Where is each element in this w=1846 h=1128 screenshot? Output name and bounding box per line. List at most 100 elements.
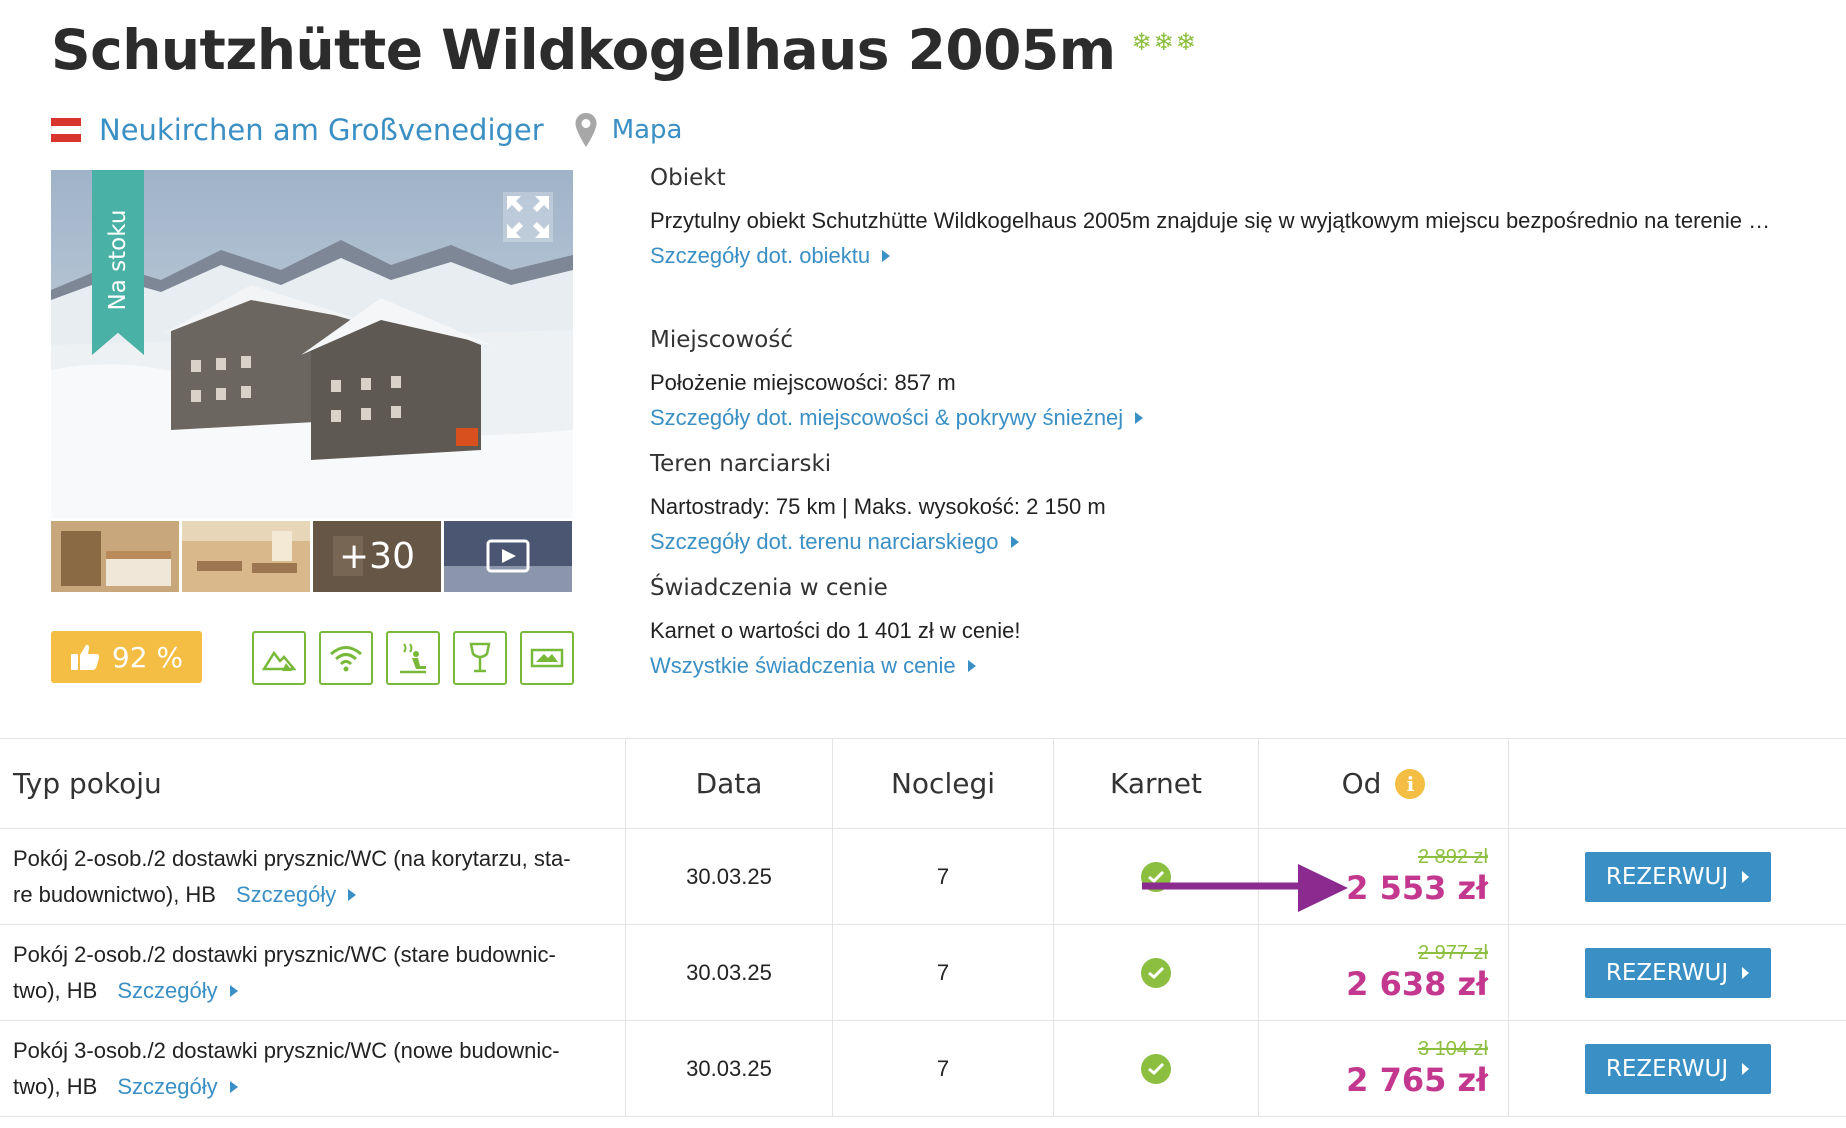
check-icon [1141, 957, 1171, 988]
header-price-label: Od [1341, 767, 1382, 800]
book-button[interactable]: REZERWUJ [1584, 851, 1771, 902]
header-room-type: Typ pokoju [0, 739, 626, 828]
star-rating-snowflake-icons: ❄❄❄ [1131, 28, 1198, 56]
amenity-ski-in-icon[interactable] [252, 631, 306, 685]
caret-right-icon [1742, 966, 1750, 979]
room-type-cell: Pokój 2-osob./2 dostawki prysznic/WC (st… [0, 925, 626, 1020]
caret-right-icon [1135, 412, 1144, 424]
caret-right-icon [882, 250, 891, 262]
page-title: Schutzhütte Wildkogelhaus 2005m [51, 18, 1116, 82]
thumbnail-more-photos[interactable]: +30 [313, 521, 441, 592]
location-link[interactable]: Neukirchen am Großvenediger [99, 113, 544, 147]
button-label: REZERWUJ [1605, 959, 1729, 986]
rating-badge[interactable]: 92 % [51, 631, 202, 683]
new-price: 2 553 zł [1346, 869, 1488, 907]
price-cell: 2 977 zł 2 638 zł [1259, 925, 1509, 1020]
room-details-link[interactable]: Szczegóły [117, 1073, 238, 1099]
button-label: REZERWUJ [1605, 863, 1729, 890]
caret-right-icon [1742, 1062, 1750, 1075]
thumbnail-bedroom[interactable] [51, 521, 179, 592]
thumbs-up-icon [70, 644, 100, 670]
annotation-arrow-icon [1142, 864, 1348, 912]
room-name-line2: re budownictwo), HB [13, 881, 216, 907]
included-services-link[interactable]: Wszystkie świadczenia w cenie [650, 653, 976, 679]
caret-right-icon [229, 1080, 238, 1093]
caret-right-icon [1742, 870, 1750, 883]
town-details-link[interactable]: Szczegóły dot. miejscowości & pokrywy śn… [650, 405, 1144, 431]
amenity-bar-wine-glass-icon[interactable] [453, 631, 507, 685]
section-text: Przytulny obiekt Schutzhütte Wildkogelha… [650, 208, 1771, 233]
header-date: Data [626, 739, 833, 828]
header-actions [1509, 739, 1846, 828]
table-bottom-border [0, 1116, 1846, 1128]
caret-right-icon [229, 984, 238, 997]
property-details-link[interactable]: Szczegóły dot. obiektu [650, 243, 891, 269]
more-photos-count: +30 [313, 521, 441, 592]
section-heading: Teren narciarski [650, 451, 832, 477]
on-slope-ribbon: Na stoku [92, 170, 144, 355]
book-button[interactable]: REZERWUJ [1584, 1043, 1771, 1094]
amenity-wifi-icon[interactable] [319, 631, 373, 685]
header-ski-pass: Karnet [1054, 739, 1259, 828]
nights-cell: 7 [833, 829, 1054, 924]
button-label: REZERWUJ [1605, 1055, 1729, 1082]
table-row: Pokój 3-osob./2 dostawki prysznic/WC (no… [0, 1020, 1846, 1116]
room-name-line2: two), HB [13, 977, 98, 1003]
check-icon [1141, 1053, 1171, 1084]
room-name-line1: Pokój 3-osob./2 dostawki prysznic/WC (no… [13, 1037, 560, 1063]
room-type-cell: Pokój 3-osob./2 dostawki prysznic/WC (no… [0, 1021, 626, 1116]
section-text: Położenie miejscowości: 857 m [650, 370, 956, 395]
caret-right-icon [348, 888, 357, 901]
ski-area-details-link[interactable]: Szczegóły dot. terenu narciarskiego [650, 529, 1019, 555]
hotel-main-photo[interactable]: Na stoku [51, 170, 573, 518]
link-label: Szczegóły [117, 977, 218, 1003]
link-label: Szczegóły [235, 881, 337, 907]
table-row: Pokój 2-osob./2 dostawki prysznic/WC (st… [0, 924, 1846, 1020]
action-cell: REZERWUJ [1509, 1021, 1846, 1116]
thumbnail-video[interactable] [444, 521, 572, 592]
header-nights: Noclegi [833, 739, 1054, 828]
section-text: Nartostrady: 75 km | Maks. wysokość: 2 1… [650, 494, 1106, 519]
link-label: Szczegóły dot. obiektu [650, 243, 871, 268]
fullscreen-expand-icon[interactable] [503, 192, 553, 242]
room-details-link[interactable]: Szczegóły [117, 977, 238, 1003]
section-heading: Świadczenia w cenie [650, 575, 888, 601]
thumbnail-dining-room[interactable] [182, 521, 310, 592]
price-cell: 3 104 zł 2 765 zł [1259, 1021, 1509, 1116]
amenity-ski-rental-icon[interactable] [520, 631, 574, 685]
photo-thumbnails: +30 [51, 521, 572, 592]
ski-pass-cell [1054, 925, 1259, 1020]
rooms-table: Typ pokoju Data Noclegi Karnet Od i Pokó… [0, 738, 1846, 1128]
title-row: Schutzhütte Wildkogelhaus 2005m ❄❄❄ [51, 18, 1198, 82]
table-header-row: Typ pokoju Data Noclegi Karnet Od i [0, 738, 1846, 828]
map-link[interactable]: Mapa [612, 115, 683, 145]
new-price: 2 765 zł [1346, 1061, 1488, 1099]
date-cell: 30.03.25 [626, 829, 833, 924]
date-cell: 30.03.25 [626, 925, 833, 1020]
ski-pass-cell [1054, 1021, 1259, 1116]
room-name-line2: two), HB [13, 1073, 98, 1099]
map-pin-icon[interactable] [574, 112, 598, 148]
section-town: Miejscowość Położenie miejscowości: 857 … [650, 327, 1830, 431]
date-cell: 30.03.25 [626, 1021, 833, 1116]
room-name-line1: Pokój 2-osob./2 dostawki prysznic/WC (na… [13, 845, 571, 871]
old-price: 3 104 zł [1417, 1038, 1488, 1060]
nights-cell: 7 [833, 1021, 1054, 1116]
link-label: Szczegóły dot. terenu narciarskiego [650, 529, 999, 554]
old-price: 2 977 zł [1417, 942, 1488, 964]
info-icon[interactable]: i [1395, 768, 1426, 799]
table-row: Pokój 2-osob./2 dostawki prysznic/WC (na… [0, 828, 1846, 924]
room-name-line1: Pokój 2-osob./2 dostawki prysznic/WC (st… [13, 941, 556, 967]
section-heading: Obiekt [650, 165, 726, 191]
book-button[interactable]: REZERWUJ [1584, 947, 1771, 998]
amenity-sauna-icon[interactable] [386, 631, 440, 685]
room-type-cell: Pokój 2-osob./2 dostawki prysznic/WC (na… [0, 829, 626, 924]
room-details-link[interactable]: Szczegóły [235, 881, 357, 907]
link-label: Szczegóły [117, 1073, 218, 1099]
link-label: Szczegóły dot. miejscowości & pokrywy śn… [650, 405, 1124, 430]
location-row: Neukirchen am Großvenediger Mapa [51, 112, 683, 148]
action-cell: REZERWUJ [1509, 829, 1846, 924]
nights-cell: 7 [833, 925, 1054, 1020]
old-price: 2 892 zł [1417, 846, 1488, 868]
section-heading: Miejscowość [650, 327, 793, 353]
